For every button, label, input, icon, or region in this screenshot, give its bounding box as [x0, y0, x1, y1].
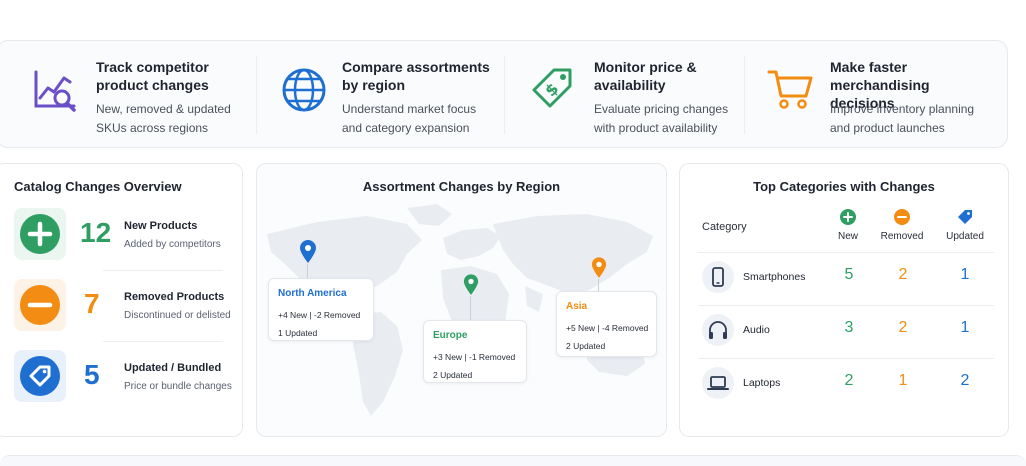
- connector-line: [470, 296, 471, 320]
- divider: [103, 270, 223, 271]
- region-updated: 2 Updated: [433, 370, 473, 380]
- header-new: New: [837, 231, 858, 242]
- header-removed: Removed: [880, 231, 924, 242]
- stat-removed-products: 7 Removed Products Discontinued or delis…: [14, 279, 246, 337]
- region-stats: +3 New | -1 Removed: [433, 352, 516, 362]
- region-name: North America: [278, 288, 347, 299]
- updated-count: 1: [960, 319, 970, 336]
- removed-count: 2: [898, 319, 908, 336]
- category-row-audio[interactable]: Audio 3 2 1: [698, 306, 994, 358]
- stat-sub: Discontinued or delisted: [124, 310, 231, 321]
- divider: [103, 341, 223, 342]
- map-pin-europe[interactable]: [463, 274, 479, 296]
- category-name: Audio: [743, 324, 770, 336]
- updated-count: 2: [960, 372, 970, 389]
- region-stats: +5 New | -4 Removed: [566, 323, 649, 333]
- region-card-north-america[interactable]: North America +4 New | -2 Removed 1 Upda…: [268, 278, 374, 341]
- card-title: Top Categories with Changes: [753, 179, 935, 194]
- plus-icon: [840, 209, 856, 225]
- plus-icon: [20, 214, 60, 254]
- stat-new-products: 12 New Products Added by competitors: [14, 208, 246, 266]
- category-row-laptops[interactable]: Laptops 2 1 2: [698, 359, 994, 411]
- stat-sub: Price or bundle changes: [124, 381, 232, 392]
- stat-value: 7: [84, 288, 100, 319]
- headphones-icon: [702, 314, 734, 346]
- feature-title: Monitor price & availability: [594, 59, 697, 93]
- region-name: Asia: [566, 301, 588, 312]
- stat-sub: Added by competitors: [124, 239, 221, 250]
- category-name: Smartphones: [743, 271, 806, 283]
- feature-title: Compare assortments by region: [342, 59, 490, 93]
- removed-count: 1: [898, 372, 908, 389]
- region-updated: 2 Updated: [566, 341, 606, 351]
- category-row-smartphones[interactable]: Smartphones 5 2 1: [698, 253, 994, 305]
- stat-value: 5: [84, 359, 100, 390]
- region-stats: +4 New | -2 Removed: [278, 310, 361, 320]
- tag-icon: [20, 356, 60, 396]
- new-count: 2: [844, 372, 854, 389]
- connector-line: [598, 279, 599, 291]
- card-title: Assortment Changes by Region: [362, 179, 561, 194]
- feature-desc: Understand market focus and category expa…: [342, 102, 477, 135]
- header-updated: Updated: [946, 231, 984, 242]
- region-name: Europe: [433, 330, 468, 341]
- feature-desc: Evaluate pricing changes with product ava…: [594, 102, 729, 135]
- stat-label: Updated / Bundled: [124, 362, 222, 374]
- feature-track-competitors: Track competitor product changes New, rem…: [30, 58, 240, 138]
- divider: [744, 56, 745, 134]
- stat-label: New Products: [124, 220, 198, 232]
- feature-desc: New, removed & updated SKUs across region…: [96, 102, 231, 135]
- minus-icon: [20, 285, 60, 325]
- updated-count: 1: [960, 266, 970, 283]
- divider: [504, 56, 505, 134]
- divider: [256, 56, 257, 134]
- new-count: 3: [844, 319, 854, 336]
- connector-line: [307, 264, 308, 278]
- laptop-icon: [702, 367, 734, 399]
- price-tag-icon: $: [532, 68, 572, 108]
- shopping-cart-icon: [767, 70, 813, 109]
- map-pin-asia[interactable]: [591, 257, 607, 279]
- feature-monitor-price: $ Monitor price & availability Evaluate p…: [528, 58, 738, 138]
- smartphone-icon: [702, 261, 734, 293]
- catalog-changes-card: Catalog Changes Overview 12 New Products…: [0, 163, 243, 437]
- chart-search-icon: [34, 70, 76, 112]
- feature-merchandising: Make faster merchandising decisions Impro…: [766, 58, 996, 138]
- stat-updated-bundled: 5 Updated / Bundled Price or bundle chan…: [14, 350, 246, 408]
- region-map-card: Assortment Changes by Region North Ameri…: [256, 163, 667, 437]
- card-title: Catalog Changes Overview: [14, 179, 182, 194]
- region-updated: 1 Updated: [278, 328, 318, 338]
- tag-icon: [958, 210, 972, 224]
- bottom-panel-edge: [0, 455, 1026, 466]
- new-count: 5: [844, 266, 854, 283]
- top-categories-card: Top Categories with Changes Category New…: [679, 163, 1009, 437]
- globe-icon: [282, 68, 326, 112]
- category-name: Laptops: [743, 377, 781, 389]
- map-pin-north-america[interactable]: [299, 240, 317, 264]
- removed-count: 2: [898, 266, 908, 283]
- minus-icon: [894, 209, 910, 225]
- region-card-asia[interactable]: Asia +5 New | -4 Removed 2 Updated: [556, 291, 657, 357]
- stat-label: Removed Products: [124, 291, 225, 303]
- stat-value: 12: [80, 217, 112, 248]
- feature-compare-assortments: Compare assortments by region Understand …: [280, 58, 500, 138]
- feature-title: Track competitor product changes: [96, 59, 209, 93]
- feature-desc: Improve inventory planning and product la…: [830, 102, 975, 135]
- header-category: Category: [702, 221, 747, 233]
- region-card-europe[interactable]: Europe +3 New | -1 Removed 2 Updated: [423, 320, 527, 383]
